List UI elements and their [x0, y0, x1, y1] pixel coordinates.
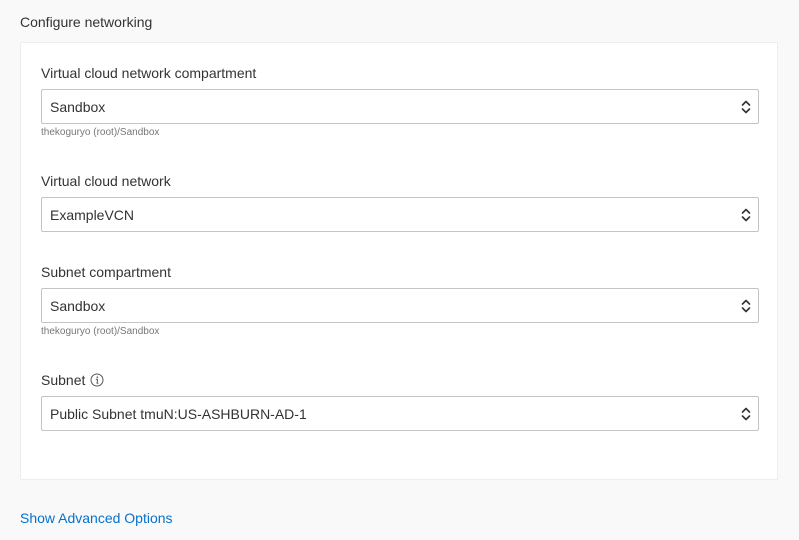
- vcn-value: ExampleVCN: [50, 206, 135, 223]
- vcn-compartment-value: Sandbox: [50, 98, 106, 115]
- subnet-value: Public Subnet tmuN:US-ASHBURN-AD-1: [50, 405, 307, 422]
- chevron-up-down-icon: [741, 299, 751, 313]
- subnet-compartment-select[interactable]: Sandbox: [41, 288, 759, 323]
- vcn-compartment-select[interactable]: Sandbox: [41, 89, 759, 124]
- networking-card: Virtual cloud network compartment Sandbo…: [20, 42, 778, 480]
- subnet-compartment-label: Subnet compartment: [41, 264, 171, 280]
- subnet-label: Subnet: [41, 372, 86, 388]
- subnet-field: Subnet Public Subnet tmuN:US-ASHBURN-AD-…: [41, 372, 759, 431]
- section-title: Configure networking: [20, 14, 153, 30]
- vcn-select[interactable]: ExampleVCN: [41, 197, 759, 232]
- info-icon[interactable]: [90, 373, 104, 387]
- vcn-compartment-field: Virtual cloud network compartment Sandbo…: [41, 65, 759, 139]
- show-advanced-options-link[interactable]: Show Advanced Options: [20, 510, 173, 526]
- vcn-label: Virtual cloud network: [41, 173, 171, 189]
- chevron-up-down-icon: [741, 208, 751, 222]
- subnet-compartment-value: Sandbox: [50, 297, 106, 314]
- subnet-label-row: Subnet: [41, 372, 759, 388]
- vcn-field: Virtual cloud network ExampleVCN: [41, 173, 759, 232]
- subnet-select[interactable]: Public Subnet tmuN:US-ASHBURN-AD-1: [41, 396, 759, 431]
- chevron-up-down-icon: [741, 100, 751, 114]
- configure-networking-page: Configure networking Virtual cloud netwo…: [0, 0, 799, 540]
- subnet-compartment-field: Subnet compartment Sandbox thekoguryo (r…: [41, 264, 759, 338]
- chevron-up-down-icon: [741, 407, 751, 421]
- vcn-compartment-label: Virtual cloud network compartment: [41, 65, 257, 81]
- subnet-compartment-path: thekoguryo (root)/Sandbox: [41, 326, 160, 337]
- vcn-compartment-path: thekoguryo (root)/Sandbox: [41, 127, 160, 138]
